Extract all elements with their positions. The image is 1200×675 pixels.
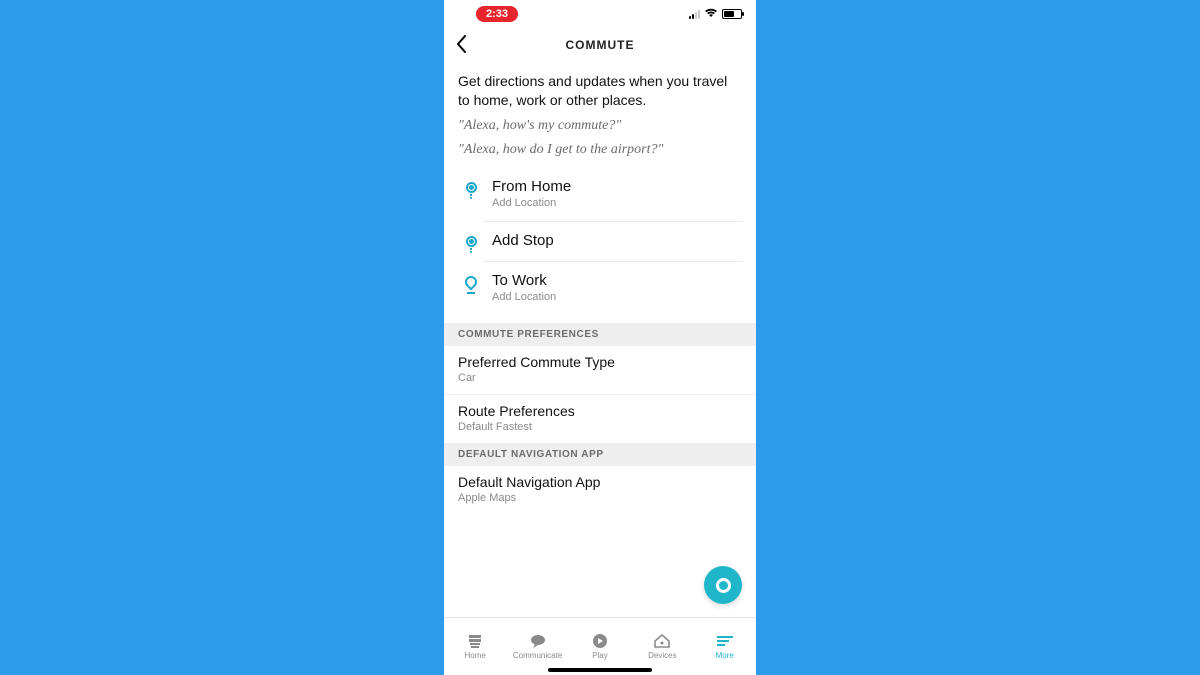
- section-commute-prefs: COMMUTE PREFERENCES: [444, 323, 756, 346]
- example-phrase-1: "Alexa, how's my commute?": [458, 118, 742, 134]
- route-from-row[interactable]: From Home Add Location: [458, 176, 742, 230]
- pref-route-title: Route Preferences: [458, 403, 742, 419]
- tab-more[interactable]: More: [695, 633, 755, 660]
- content-area: Get directions and updates when you trav…: [444, 62, 756, 617]
- pref-nav-app-value: Apple Maps: [458, 492, 742, 504]
- home-icon: [465, 633, 485, 649]
- route-to-title: To Work: [492, 272, 742, 289]
- tab-home[interactable]: Home: [445, 633, 505, 660]
- route-destination-icon: [458, 270, 484, 288]
- chat-icon: [528, 633, 548, 649]
- tab-communicate-label: Communicate: [513, 651, 562, 660]
- pref-route-value: Default Fastest: [458, 421, 742, 433]
- status-bar: 2:33: [444, 0, 756, 28]
- route-stop-icon: [458, 230, 484, 247]
- route-from-sub: Add Location: [492, 197, 742, 209]
- tab-devices-label: Devices: [648, 651, 676, 660]
- route-from-title: From Home: [492, 178, 742, 195]
- route-list: From Home Add Location Add Stop: [444, 164, 756, 323]
- more-icon: [715, 633, 735, 649]
- intro-block: Get directions and updates when you trav…: [444, 62, 756, 164]
- route-stop-row[interactable]: Add Stop: [458, 230, 742, 270]
- battery-icon: [722, 9, 742, 19]
- status-time-pill: 2:33: [476, 6, 518, 22]
- pref-route[interactable]: Route Preferences Default Fastest: [444, 395, 756, 443]
- tab-more-label: More: [716, 651, 734, 660]
- tab-bar: Home Communicate Play Devices More: [444, 617, 756, 675]
- pref-nav-app[interactable]: Default Navigation App Apple Maps: [444, 466, 756, 514]
- phone-frame: 2:33 COMMUTE Get directions and updates …: [444, 0, 756, 675]
- tab-devices[interactable]: Devices: [632, 633, 692, 660]
- example-phrase-2: "Alexa, how do I get to the airport?": [458, 142, 742, 158]
- nav-header: COMMUTE: [444, 28, 756, 62]
- tab-communicate[interactable]: Communicate: [508, 633, 568, 660]
- route-to-sub: Add Location: [492, 291, 742, 303]
- play-icon: [590, 633, 610, 649]
- pref-nav-app-title: Default Navigation App: [458, 474, 742, 490]
- route-stop-title: Add Stop: [492, 232, 742, 249]
- cellular-icon: [689, 9, 700, 19]
- alexa-icon: [716, 578, 731, 593]
- wifi-icon: [704, 8, 718, 21]
- alexa-fab-button[interactable]: [704, 566, 742, 604]
- status-right-icons: [689, 8, 742, 21]
- page-title: COMMUTE: [566, 38, 635, 52]
- pref-commute-type-title: Preferred Commute Type: [458, 354, 742, 370]
- tab-play[interactable]: Play: [570, 633, 630, 660]
- route-to-row[interactable]: To Work Add Location: [458, 270, 742, 323]
- section-nav-app: DEFAULT NAVIGATION APP: [444, 443, 756, 466]
- pref-commute-type-value: Car: [458, 372, 742, 384]
- devices-icon: [652, 633, 672, 649]
- home-indicator[interactable]: [548, 668, 652, 672]
- intro-description: Get directions and updates when you trav…: [458, 72, 742, 110]
- back-button[interactable]: [454, 34, 470, 58]
- tab-play-label: Play: [592, 651, 608, 660]
- route-origin-icon: [458, 176, 484, 193]
- pref-commute-type[interactable]: Preferred Commute Type Car: [444, 346, 756, 395]
- tab-home-label: Home: [465, 651, 486, 660]
